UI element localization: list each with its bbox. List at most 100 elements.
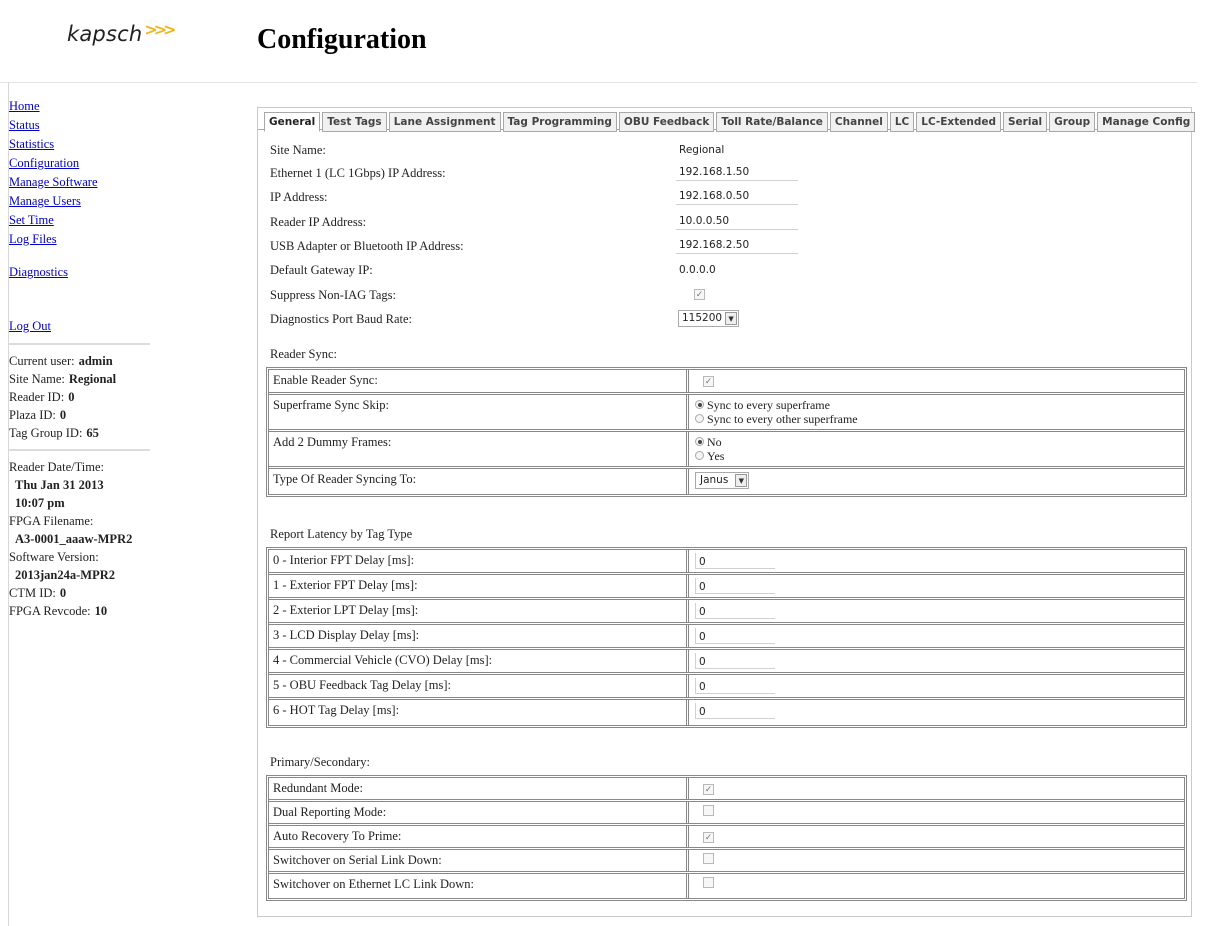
ip-address-input[interactable]: [676, 188, 798, 205]
baud-select[interactable]: 115200 ▼: [678, 310, 740, 327]
nav-manage-software[interactable]: Manage Software: [9, 173, 159, 192]
latency-label: 4 - Commercial Vehicle (CVO) Delay [ms]:: [269, 650, 689, 672]
baud-label: Diagnostics Port Baud Rate:: [270, 312, 412, 326]
latency-row: 3 - LCD Display Delay [ms]:: [269, 625, 1184, 650]
latency-input[interactable]: [695, 553, 775, 569]
serial-switchover-checkbox[interactable]: [703, 853, 714, 864]
tag-group-id-line: Tag Group ID: 65: [9, 426, 99, 440]
suppress-label: Suppress Non-IAG Tags:: [270, 288, 396, 302]
latency-input[interactable]: [695, 703, 775, 719]
tab-toll-rate-balance[interactable]: Toll Rate/Balance: [716, 112, 828, 132]
site-name-line: Site Name: Regional: [9, 372, 117, 386]
ethernet-switchover-checkbox[interactable]: [703, 877, 714, 888]
nav-configuration[interactable]: Configuration: [9, 154, 159, 173]
software-version: 2013jan24a-MPR2: [15, 568, 115, 582]
fpga-filename: A3-0001_aaaw-MPR2: [15, 532, 133, 546]
plaza-id-line: Plaza ID: 0: [9, 408, 67, 422]
auto-recovery-checkbox[interactable]: ✓: [703, 832, 714, 843]
ps-label: Auto Recovery To Prime:: [269, 826, 689, 847]
config-panel: General Test Tags Lane Assignment Tag Pr…: [257, 107, 1196, 917]
dummy-option-no[interactable]: No: [695, 435, 1178, 449]
reader-version-info: Reader Date/Time: Thu Jan 31 2013 10:07 …: [9, 458, 159, 620]
sync-type-select[interactable]: Janus ▼: [695, 472, 750, 489]
latency-input[interactable]: [695, 628, 775, 644]
nav-log-files[interactable]: Log Files: [9, 230, 159, 249]
nav-log-out[interactable]: Log Out: [9, 317, 159, 336]
nav-manage-users[interactable]: Manage Users: [9, 192, 159, 211]
latency-label: 0 - Interior FPT Delay [ms]:: [269, 550, 689, 572]
tab-lane-assignment[interactable]: Lane Assignment: [388, 112, 501, 132]
tab-serial[interactable]: Serial: [1002, 112, 1048, 132]
header-divider: [0, 82, 1197, 83]
dual-reporting-checkbox[interactable]: [703, 805, 714, 816]
ps-row: Dual Reporting Mode:: [269, 802, 1184, 826]
reader-info: Current user: admin Site Name: Regional Re…: [9, 352, 159, 442]
nav-statistics[interactable]: Statistics: [9, 135, 159, 154]
software-version-label: Software Version:: [9, 550, 99, 564]
gateway-value: 0.0.0.0: [679, 264, 716, 276]
enable-sync-checkbox[interactable]: ✓: [703, 376, 714, 387]
reader-datetime-label: Reader Date/Time:: [9, 460, 105, 474]
latency-row: 2 - Exterior LPT Delay [ms]:: [269, 600, 1184, 625]
sidebar-divider-2: [9, 449, 150, 451]
ps-row: Auto Recovery To Prime: ✓: [269, 826, 1184, 850]
sync-type-label: Type Of Reader Syncing To:: [269, 469, 689, 494]
ip-label: IP Address:: [270, 190, 328, 204]
eth1-ip-input[interactable]: [676, 164, 798, 181]
reader-sync-row: Add 2 Dummy Frames: No Yes: [269, 432, 1184, 469]
radio-selected-icon: [695, 437, 704, 446]
tab-manage-config[interactable]: Manage Config: [1097, 112, 1196, 132]
latency-label: 5 - OBU Feedback Tag Delay [ms]:: [269, 675, 689, 697]
kapsch-logo: kapsch >>>: [67, 20, 177, 46]
logo-chevrons: >>>: [144, 20, 176, 39]
reader-sync-heading: Reader Sync:: [270, 347, 337, 361]
ps-label: Switchover on Ethernet LC Link Down:: [269, 874, 689, 898]
tab-lc[interactable]: LC: [889, 112, 915, 132]
superframe-option-0[interactable]: Sync to every superframe: [695, 398, 1178, 412]
latency-input[interactable]: [695, 678, 775, 694]
latency-row: 6 - HOT Tag Delay [ms]:: [269, 700, 1184, 725]
tab-general[interactable]: General: [264, 112, 321, 132]
ctm-id-line: CTM ID: 0: [9, 586, 67, 600]
tab-tag-programming[interactable]: Tag Programming: [502, 112, 617, 132]
usb-ip-label: USB Adapter or Bluetooth IP Address:: [270, 239, 464, 253]
tab-group[interactable]: Group: [1049, 112, 1096, 132]
eth1-label: Ethernet 1 (LC 1Gbps) IP Address:: [270, 166, 446, 180]
tab-channel[interactable]: Channel: [829, 112, 888, 132]
redundant-mode-checkbox[interactable]: ✓: [703, 784, 714, 795]
nav-status[interactable]: Status: [9, 116, 159, 135]
latency-table: 0 - Interior FPT Delay [ms]: 1 - Exterio…: [266, 547, 1187, 728]
superframe-option-1[interactable]: Sync to every other superframe: [695, 412, 1178, 426]
nav-home[interactable]: Home: [9, 97, 159, 116]
fpga-revcode-line: FPGA Revcode: 10: [9, 604, 108, 618]
latency-input[interactable]: [695, 578, 775, 594]
nav-set-time[interactable]: Set Time: [9, 211, 159, 230]
suppress-checkbox[interactable]: ✓: [694, 289, 705, 300]
chevron-down-icon: ▼: [735, 474, 748, 487]
tab-lc-extended[interactable]: LC-Extended: [916, 112, 1001, 132]
ps-row: Switchover on Serial Link Down:: [269, 850, 1184, 874]
latency-label: 2 - Exterior LPT Delay [ms]:: [269, 600, 689, 622]
reader-ip-input[interactable]: [676, 213, 798, 230]
reader-sync-row: Type Of Reader Syncing To: Janus ▼: [269, 469, 1184, 494]
current-user-line: Current user: admin: [9, 354, 113, 368]
ps-label: Switchover on Serial Link Down:: [269, 850, 689, 871]
sidebar: Home Status Statistics Configuration Man…: [9, 97, 159, 620]
nav-diagnostics[interactable]: Diagnostics: [9, 263, 159, 282]
latency-row: 4 - Commercial Vehicle (CVO) Delay [ms]:: [269, 650, 1184, 675]
ps-row: Switchover on Ethernet LC Link Down:: [269, 874, 1184, 898]
primary-secondary-table: Redundant Mode: ✓ Dual Reporting Mode: Au…: [266, 775, 1187, 901]
tab-test-tags[interactable]: Test Tags: [322, 112, 387, 132]
enable-sync-label: Enable Reader Sync:: [269, 370, 689, 392]
latency-input[interactable]: [695, 653, 775, 669]
dummy-option-yes[interactable]: Yes: [695, 449, 1178, 463]
radio-icon: [695, 451, 704, 460]
tab-obu-feedback[interactable]: OBU Feedback: [618, 112, 715, 132]
reader-date: Thu Jan 31 2013: [15, 478, 104, 492]
ps-row: Redundant Mode: ✓: [269, 778, 1184, 802]
tab-bar: General Test Tags Lane Assignment Tag Pr…: [264, 112, 1196, 132]
latency-label: 1 - Exterior FPT Delay [ms]:: [269, 575, 689, 597]
latency-input[interactable]: [695, 603, 775, 619]
latency-row: 1 - Exterior FPT Delay [ms]:: [269, 575, 1184, 600]
usb-ip-input[interactable]: [676, 237, 798, 254]
